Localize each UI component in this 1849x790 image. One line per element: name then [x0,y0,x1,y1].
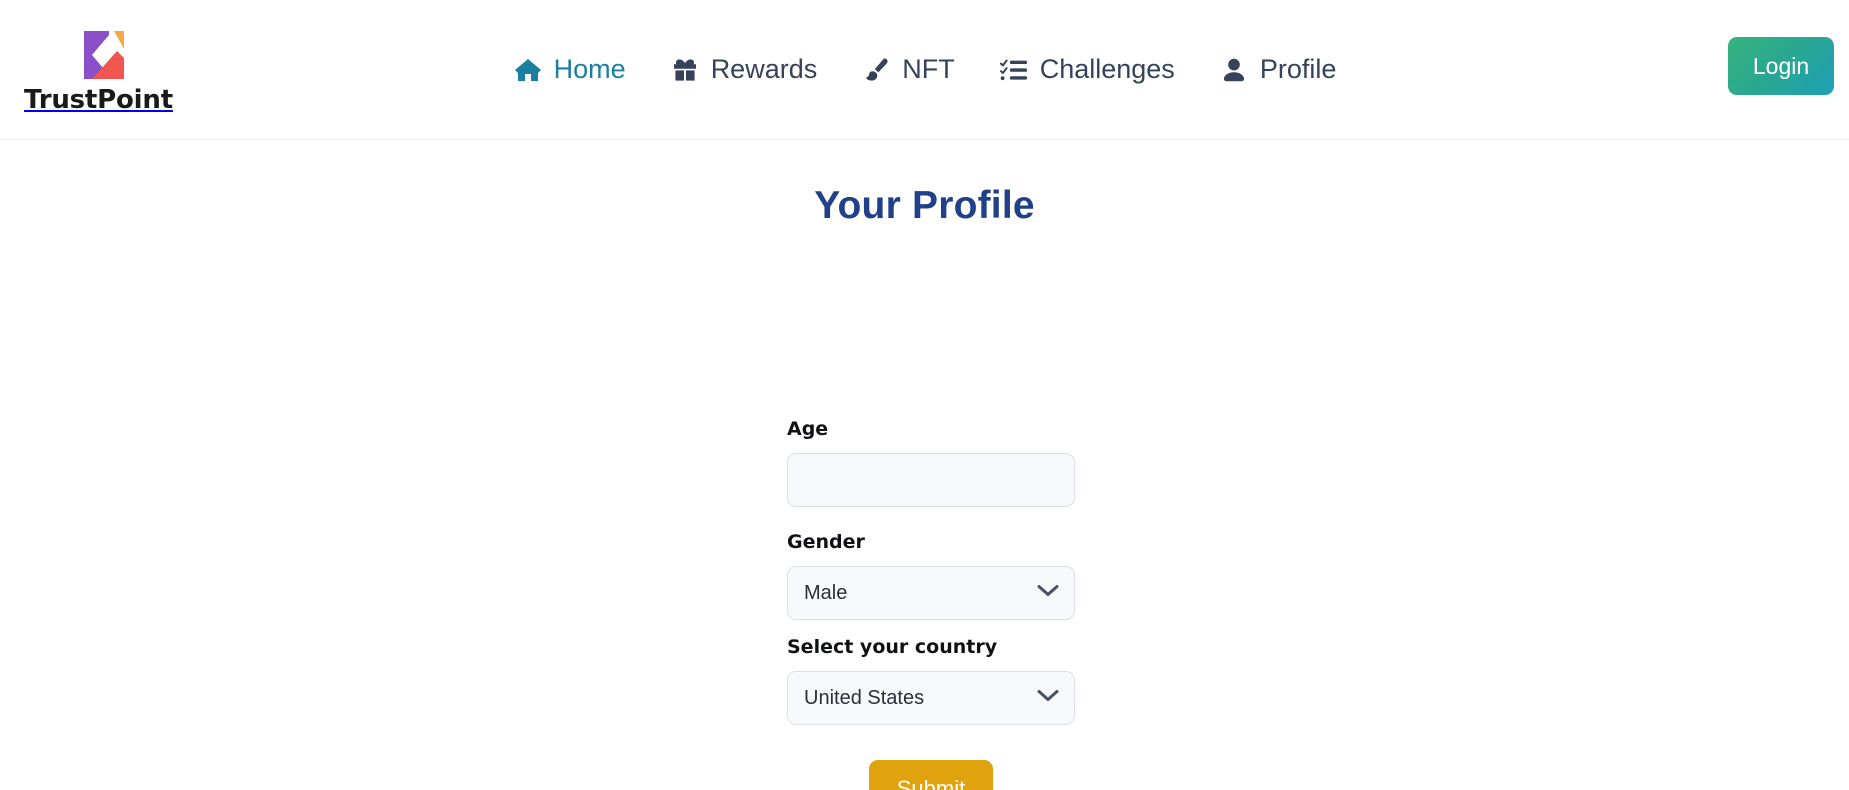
nav-label-nft: NFT [902,54,955,84]
submit-button[interactable]: Submit [869,760,993,790]
nav-item-nft[interactable]: NFT [861,54,955,84]
field-group-gender: Gender Male [787,533,1127,620]
country-label: Select your country [787,636,998,658]
spacer-country-submit [787,725,1127,760]
profile-form: Age Gender Male Select your country Unit… [787,420,1127,790]
field-group-age: Age [787,420,1127,507]
nav-label-home: Home [553,54,626,84]
gender-label: Gender [787,531,865,553]
brand-name: TrustPoint [24,85,173,115]
nav-item-profile[interactable]: Profile [1219,54,1337,84]
gender-select[interactable]: Male [787,566,1075,620]
gift-icon [670,56,700,84]
nav-item-challenges[interactable]: Challenges [999,56,1175,84]
trustpoint-logo-icon [68,25,130,85]
nav-item-home[interactable]: Home [513,56,626,84]
page-main: Your Profile Age Gender Male Select your… [0,140,1849,790]
user-icon [1219,56,1249,84]
nav-label-rewards: Rewards [710,54,818,84]
main-navigation: Home Rewards NFT Challenges Profile [0,0,1849,139]
site-header: TrustPoint Home Rewards NFT Challenges P… [0,0,1849,140]
nav-item-rewards[interactable]: Rewards [670,54,818,84]
country-select[interactable]: United States [787,671,1075,725]
login-button[interactable]: Login [1728,37,1834,95]
age-input[interactable] [787,453,1075,507]
gender-select-value[interactable]: Male [787,566,1075,620]
task-list-icon [999,56,1029,84]
spacer-age-gender [787,507,1127,533]
page-title: Your Profile [814,184,1035,227]
age-label: Age [787,418,829,440]
home-icon [513,56,543,84]
paintbrush-icon [861,56,891,84]
country-select-value[interactable]: United States [787,671,1075,725]
nav-label-challenges: Challenges [1039,54,1175,84]
brand-logo-link[interactable]: TrustPoint [16,10,181,128]
nav-label-profile: Profile [1259,54,1337,84]
field-group-country: Select your country United States [787,638,1127,725]
submit-row: Submit [787,760,1075,790]
